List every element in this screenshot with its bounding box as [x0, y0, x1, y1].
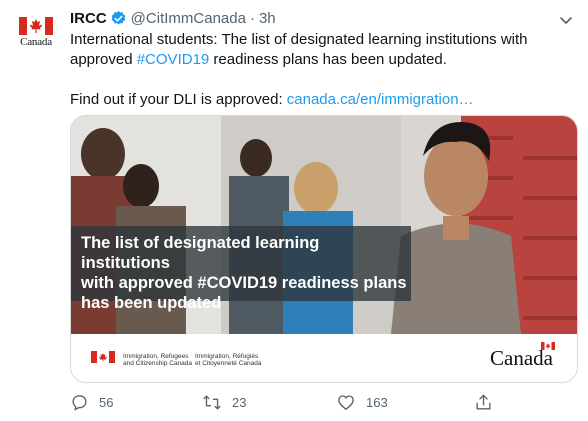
like-count: 163	[366, 395, 388, 410]
canada-flag-icon	[91, 351, 115, 363]
retweet-button[interactable]: 23	[202, 393, 246, 412]
display-name[interactable]: IRCC	[70, 10, 107, 27]
tweet-paragraph-2: Find out if your DLI is approved: canada…	[70, 90, 575, 110]
media-card[interactable]: The list of designated learning institut…	[70, 115, 578, 383]
like-button[interactable]: 163	[336, 393, 388, 412]
department-name-fr: Immigration, Réfugiés et Citoyenneté Can…	[195, 353, 262, 367]
canada-wordmark-flag-icon	[541, 342, 555, 350]
card-footer: Immigration, Refugees and Citizenship Ca…	[71, 334, 577, 382]
retweet-count: 23	[232, 395, 247, 410]
retweet-icon	[203, 395, 221, 410]
separator-dot: ·	[249, 9, 255, 27]
department-name-en: Immigration, Refugees and Citizenship Ca…	[123, 353, 192, 367]
overlay-line-1: The list of designated learning institut…	[81, 234, 320, 272]
share-icon	[476, 394, 491, 410]
reply-icon	[72, 395, 87, 411]
overlay-line-3: has been updated	[81, 294, 222, 312]
like-icon	[338, 395, 354, 410]
handle[interactable]: @CitImmCanada	[131, 10, 246, 27]
image-caption-overlay: The list of designated learning institut…	[71, 226, 411, 312]
dept-fr-line-1: Immigration, Réfugiés	[195, 353, 259, 360]
share-button[interactable]	[474, 393, 503, 412]
reply-button[interactable]: 56	[70, 393, 113, 412]
dept-en-line-2: and Citizenship Canada	[123, 360, 193, 367]
canada-wordmark: Canada	[490, 342, 555, 371]
tweet-header: IRCC @CitImmCanada · 3h	[70, 8, 276, 28]
dept-en-line-1: Immigration, Refugees	[123, 353, 189, 360]
maple-leaf-icon	[19, 16, 53, 35]
action-bar: 56 23 163	[70, 393, 570, 413]
hashtag-link[interactable]: #COVID19	[137, 51, 210, 68]
avatar[interactable]: Canada	[12, 8, 60, 56]
dept-fr-line-2: et Citoyenneté Canada	[195, 360, 262, 367]
tweet-text-prefix: Find out if your DLI is approved:	[70, 91, 287, 108]
timestamp[interactable]: 3h	[259, 10, 276, 27]
tweet-text-part2: readiness plans has been updated.	[209, 51, 447, 68]
reply-count: 56	[99, 395, 114, 410]
tweet-text: International students: The list of desi…	[70, 30, 575, 110]
avatar-wordmark: Canada	[20, 35, 52, 48]
tweet-paragraph-1: International students: The list of desi…	[70, 30, 575, 70]
overlay-line-2: with approved #COVID19 readiness plans	[81, 274, 407, 292]
card-photo: The list of designated learning institut…	[71, 116, 577, 334]
url-link[interactable]: canada.ca/en/immigration…	[287, 91, 474, 108]
verified-badge-icon	[111, 10, 125, 25]
chevron-down-icon[interactable]	[556, 10, 576, 30]
